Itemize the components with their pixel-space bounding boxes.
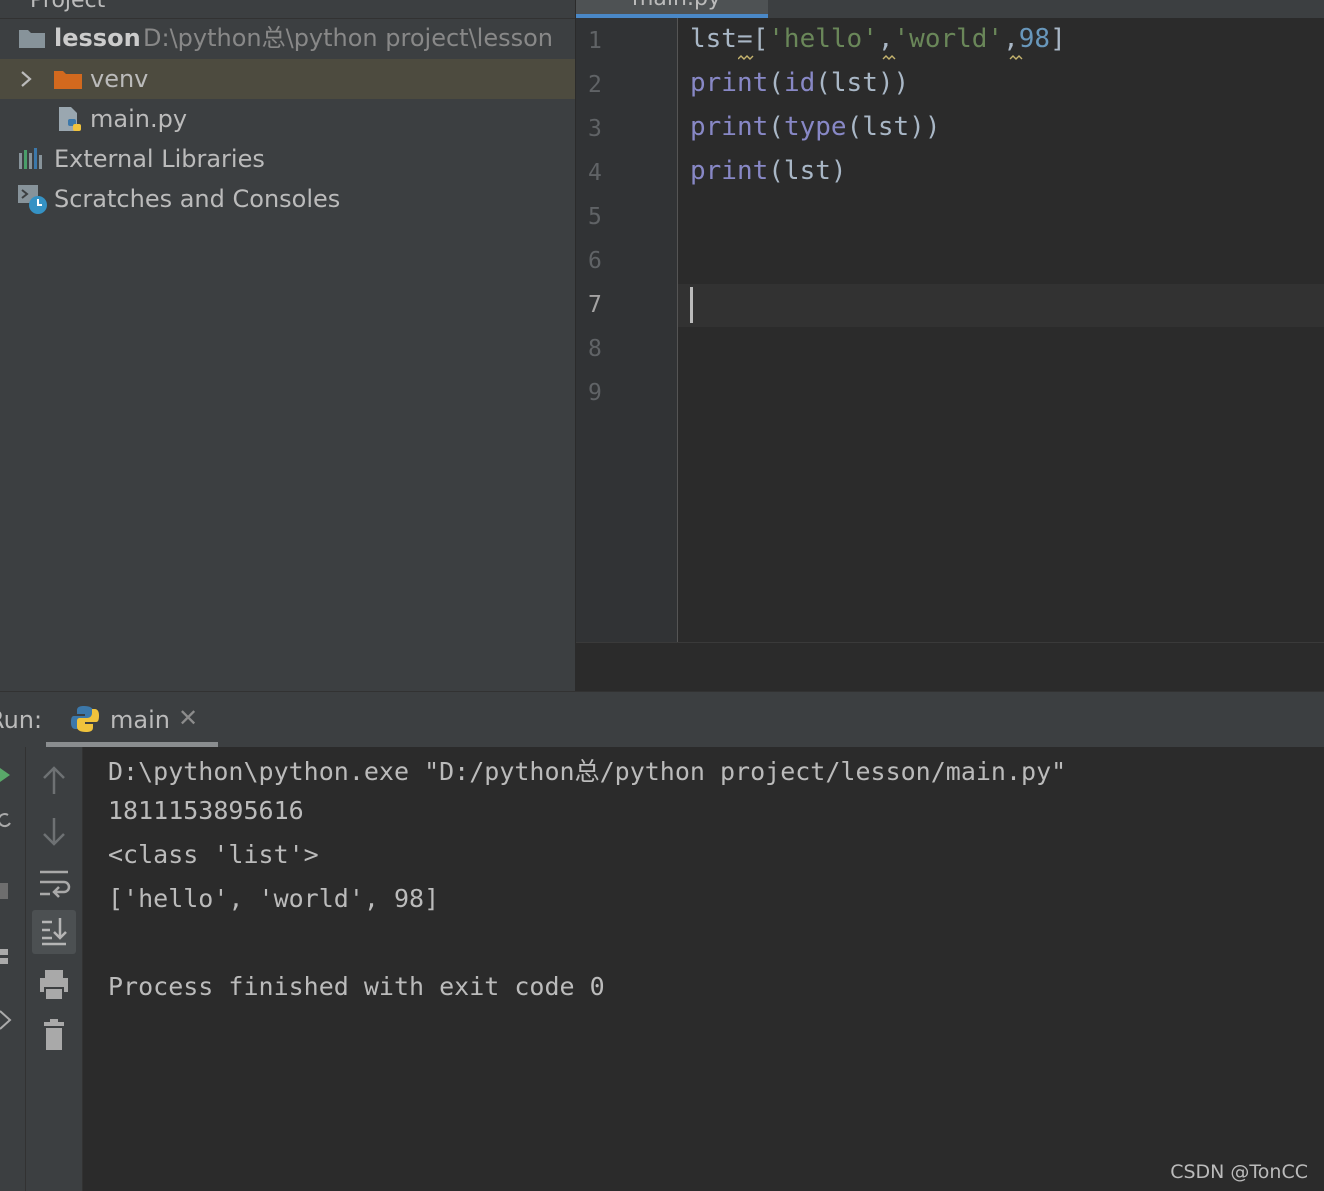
current-line-highlight [678, 284, 1324, 327]
tree-item-lesson[interactable]: lesson D:\python总\python project\lesson [0, 18, 575, 58]
code-token: , [877, 24, 894, 54]
restart-icon[interactable] [0, 811, 12, 831]
line-number: 4 [588, 160, 602, 186]
run-tab-label: main [110, 706, 170, 734]
line-number: 6 [588, 248, 602, 274]
folder-icon [19, 30, 45, 48]
rerun-icon[interactable] [0, 767, 12, 783]
code-token-builtin: id [783, 68, 816, 98]
scroll-to-end-icon [42, 918, 67, 946]
line-number: 2 [588, 72, 602, 98]
tree-item-scratches[interactable]: Scratches and Consoles [0, 179, 575, 219]
scratches-icon [18, 185, 47, 214]
code-token-string: 'hello' [768, 24, 878, 54]
run-label: Run: [0, 706, 42, 734]
code-token: lst=[ [690, 24, 769, 54]
watermark: CSDN @TonCC [1170, 1161, 1308, 1183]
code-token-string: 'world' [893, 24, 1004, 54]
python-file-icon [59, 107, 81, 131]
tree-item-label: venv [90, 65, 149, 93]
tree-item-label: main.py [90, 105, 188, 133]
tree-root-name: lesson [54, 24, 141, 52]
trash-icon[interactable] [32, 1016, 76, 1056]
console-line: <class 'list'> [108, 840, 319, 869]
tree-item-venv[interactable]: venv [0, 59, 575, 99]
code-token-number: 98 [1018, 24, 1051, 54]
code-token: (lst)) [815, 68, 910, 98]
console-line: 1811153895616 [108, 796, 304, 825]
line-number: 8 [588, 336, 602, 362]
editor-status-area [576, 642, 1324, 692]
tree-root-path: D:\python总\python project\lesson [143, 24, 553, 52]
code-token: ( [768, 112, 784, 142]
project-title: Project [30, 0, 106, 13]
python-icon [71, 706, 99, 732]
code-line-3[interactable]: print(type(lst)) [690, 112, 940, 142]
code-token: ( [768, 68, 784, 98]
code-token: (lst)) [846, 112, 941, 142]
line-number: 9 [588, 380, 602, 406]
code-token: , [1003, 24, 1019, 54]
folder-excluded-icon [54, 71, 82, 89]
line-number: 5 [588, 204, 602, 230]
stop-icon[interactable] [0, 881, 10, 901]
line-number-gutter [576, 18, 677, 642]
run-label-text: Run: [0, 706, 43, 734]
code-token-builtin: type [783, 112, 847, 142]
console-line: Process finished with exit code 0 [108, 972, 605, 1001]
up-arrow-icon[interactable] [32, 762, 76, 802]
editor-tab-label: main.py [632, 0, 721, 11]
code-line-2[interactable]: print(id(lst)) [690, 68, 909, 98]
code-token-builtin: print [690, 68, 769, 98]
warning-squiggles [738, 55, 1023, 60]
line-number-current: 7 [588, 292, 602, 318]
pin-icon[interactable] [0, 1009, 12, 1031]
scroll-to-end-button[interactable] [32, 910, 76, 954]
print-icon[interactable] [32, 966, 76, 1006]
code-token: (lst) [768, 156, 847, 186]
project-header: Project [0, 0, 575, 19]
down-arrow-icon[interactable] [32, 812, 76, 852]
console-line: ['hello', 'world', 98] [108, 884, 440, 913]
libraries-icon [19, 148, 42, 169]
code-line-4[interactable]: print(lst) [690, 156, 847, 186]
editor-tab-main-py[interactable]: main.py [576, 0, 768, 18]
code-token: ] [1050, 24, 1066, 54]
run-action-strip [0, 747, 26, 1191]
tree-item-main-py[interactable]: main.py [0, 99, 575, 139]
chevron-right-icon[interactable] [18, 69, 34, 89]
tree-item-external-libraries[interactable]: External Libraries [0, 139, 575, 179]
close-icon[interactable]: ✕ [178, 704, 198, 732]
run-tab-main[interactable]: main ✕ [46, 692, 218, 747]
code-line-1[interactable]: lst=['hello','world',98] [690, 24, 1066, 54]
line-number: 1 [588, 28, 602, 54]
line-number: 3 [588, 116, 602, 142]
text-caret [690, 287, 693, 323]
code-token-builtin: print [690, 156, 769, 186]
layout-icon[interactable] [0, 947, 10, 967]
project-panel: Project lesson D:\python总\python project… [0, 0, 575, 691]
gutter-divider [677, 18, 678, 642]
run-tool-header: Run: main ✕ [0, 691, 1324, 748]
tree-item-label: Scratches and Consoles [54, 185, 341, 213]
tree-item-label: External Libraries [54, 145, 265, 173]
console-line: D:\python\python.exe "D:/python总/python … [108, 757, 1067, 786]
code-token-builtin: print [690, 112, 769, 142]
editor-tab-bar: main.py [576, 0, 1324, 18]
soft-wrap-icon[interactable] [32, 864, 76, 904]
